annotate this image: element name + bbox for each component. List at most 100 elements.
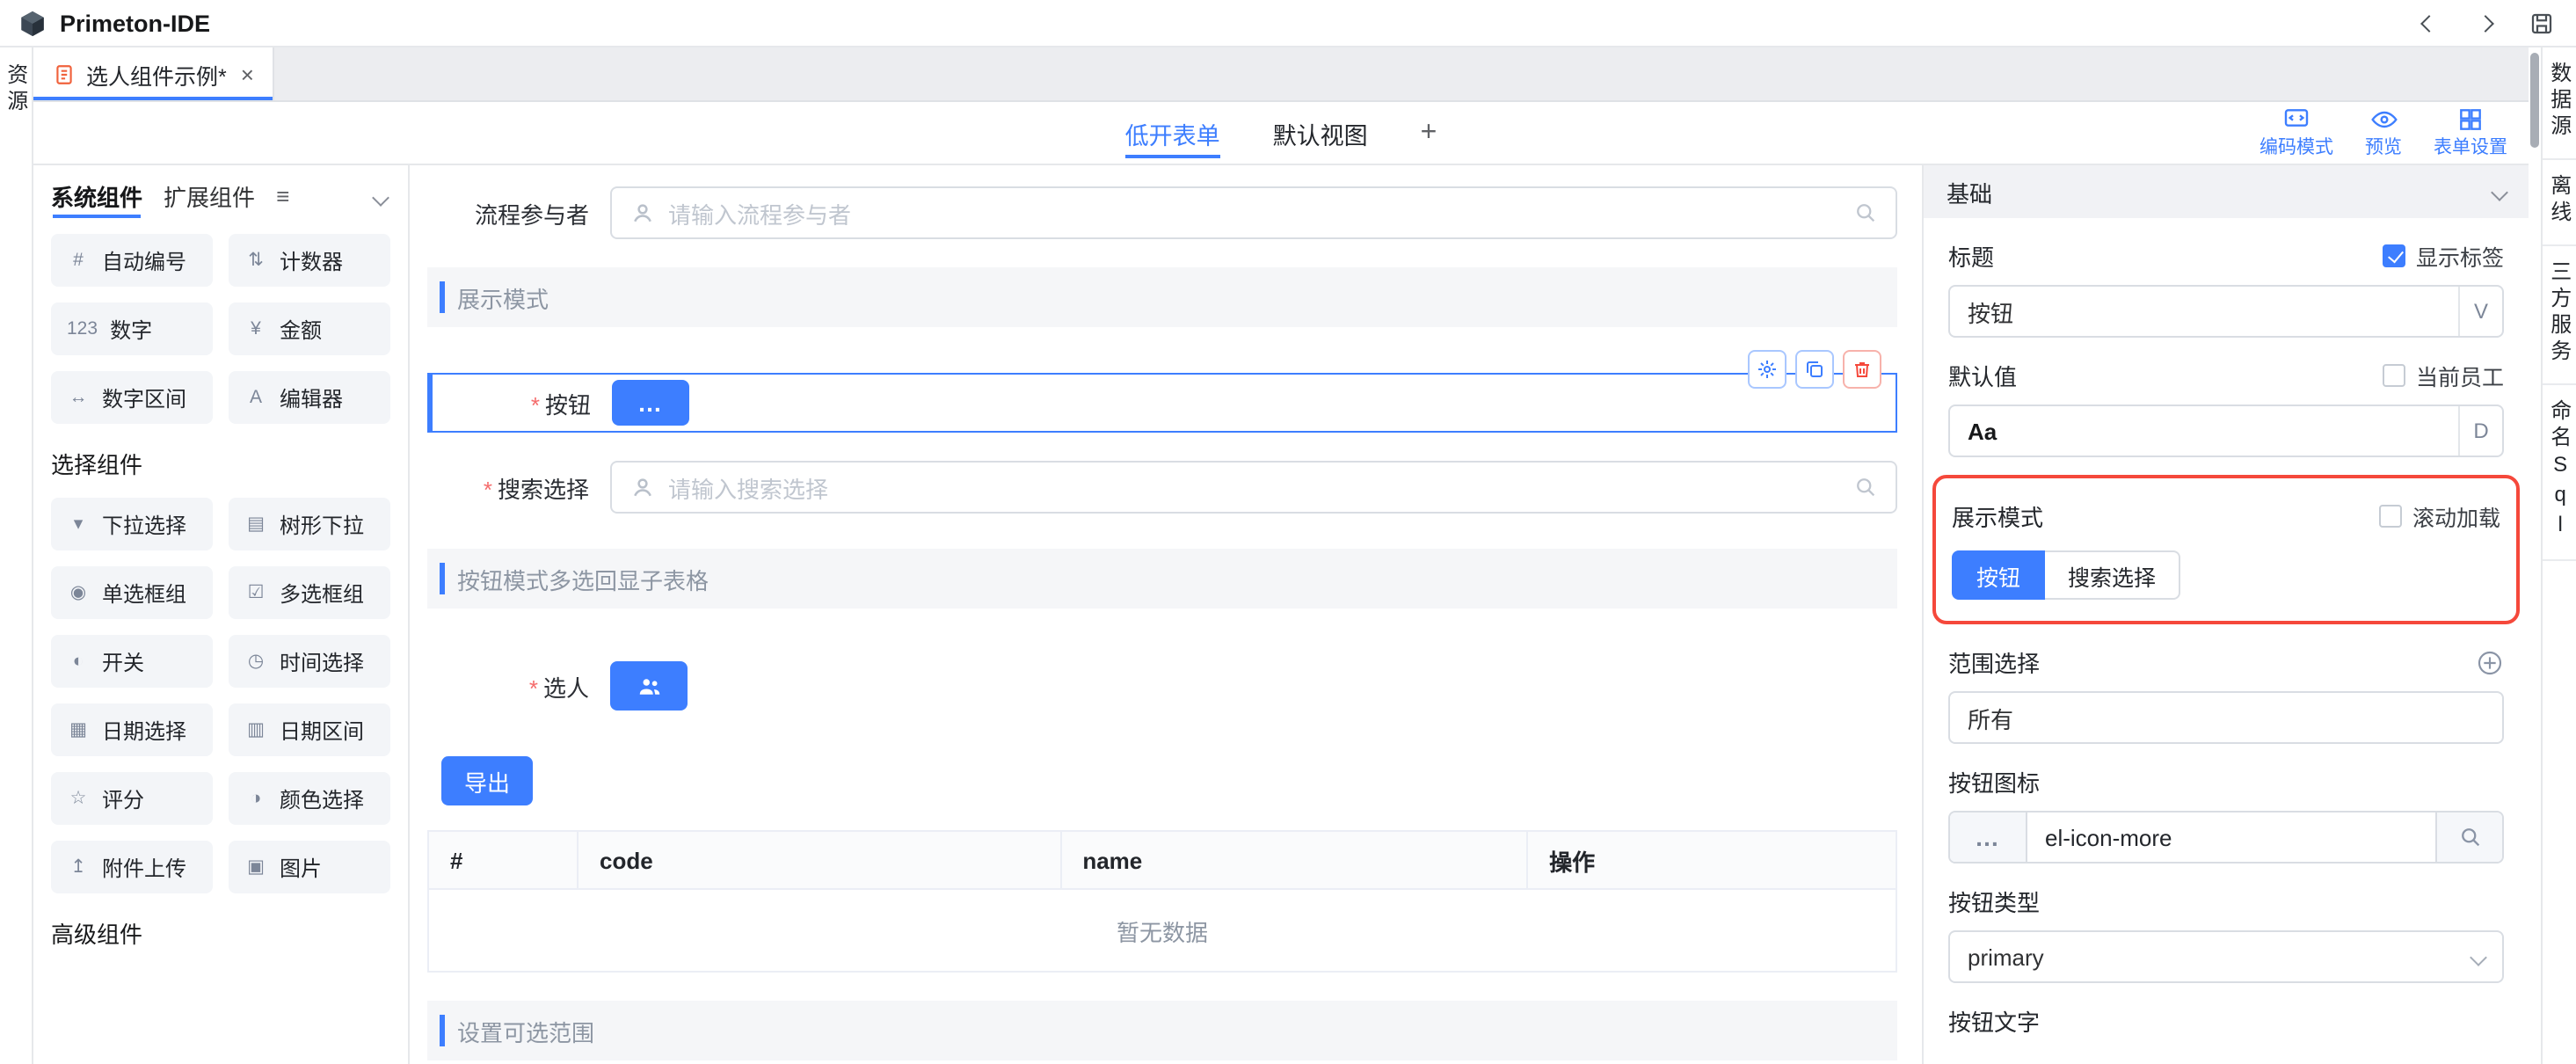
export-button[interactable]: 导出 bbox=[441, 756, 533, 805]
props-section-basic[interactable]: 基础 bbox=[1924, 165, 2529, 218]
field-settings-button[interactable] bbox=[1748, 350, 1786, 389]
autonumber-icon: # bbox=[67, 250, 90, 271]
table-header-name: name bbox=[1061, 832, 1528, 888]
default-value-input[interactable]: Aa D bbox=[1948, 404, 2504, 457]
add-view-tab[interactable]: + bbox=[1421, 102, 1437, 164]
button-type-select[interactable]: primary bbox=[1948, 930, 2504, 983]
search-select-input[interactable]: 请输入搜索选择 bbox=[610, 461, 1897, 514]
palette-item-label: 颜色选择 bbox=[280, 783, 364, 813]
palette-item-number-range[interactable]: ↔数字区间 bbox=[51, 371, 213, 424]
title-input[interactable]: 按钮 V bbox=[1948, 285, 2504, 338]
save-icon[interactable] bbox=[2527, 9, 2555, 37]
date-picker-icon: ▦ bbox=[67, 719, 90, 740]
tree-dropdown-icon: ▤ bbox=[244, 514, 267, 535]
field-process-participant[interactable]: 流程参与者 请输入流程参与者 bbox=[427, 186, 1897, 239]
rail-tab-named-sql[interactable]: 命名Sql bbox=[2543, 385, 2576, 561]
scrollbar-thumb[interactable] bbox=[2530, 53, 2539, 148]
group-subtable[interactable]: 按钮模式多选回显子表格 bbox=[427, 549, 1897, 609]
form-settings-button[interactable]: 表单设置 bbox=[2434, 106, 2507, 160]
rail-tab-offline[interactable]: 离线 bbox=[2543, 160, 2576, 246]
prop-label-button-type: 按钮类型 bbox=[1948, 885, 2040, 918]
code-mode-icon bbox=[2282, 106, 2310, 134]
current-employee-checkbox[interactable]: 当前员工 bbox=[2383, 359, 2504, 392]
field-delete-button[interactable] bbox=[1843, 350, 1881, 389]
checkbox-group-icon: ☑ bbox=[244, 582, 267, 603]
palette-item-dropdown[interactable]: ▾下拉选择 bbox=[51, 498, 213, 550]
button-type-value: primary bbox=[1950, 944, 2472, 970]
field-label: *搜索选择 bbox=[427, 470, 610, 504]
document-tabstrip: 选人组件示例* × bbox=[33, 47, 2529, 102]
palette-item-number[interactable]: 123数字 bbox=[51, 302, 213, 355]
participant-placeholder: 请输入流程参与者 bbox=[668, 196, 851, 230]
palette-item-label: 编辑器 bbox=[280, 383, 343, 412]
prop-row-default: 默认值 当前员工 bbox=[1948, 359, 2504, 392]
nav-forward-icon[interactable] bbox=[2470, 9, 2499, 37]
tab-system-components[interactable]: 系统组件 bbox=[51, 165, 142, 225]
toggle-option-button[interactable]: 按钮 bbox=[1952, 550, 2045, 600]
palette-menu-icon[interactable]: ≡ bbox=[276, 182, 289, 208]
group-display-mode[interactable]: 展示模式 bbox=[427, 267, 1897, 327]
palette-item-money[interactable]: ¥金额 bbox=[229, 302, 390, 355]
tab-close-icon[interactable]: × bbox=[241, 61, 254, 87]
toggle-option-search-select[interactable]: 搜索选择 bbox=[2045, 550, 2180, 600]
palette-item-autonumber[interactable]: #自动编号 bbox=[51, 234, 213, 287]
field-copy-button[interactable] bbox=[1795, 350, 1834, 389]
number-icon: 123 bbox=[67, 318, 98, 339]
show-label-checkbox[interactable]: 显示标签 bbox=[2383, 239, 2504, 273]
section-collapse-icon[interactable] bbox=[2491, 183, 2508, 200]
prop-label-range: 范围选择 bbox=[1948, 645, 2040, 679]
icon-search-button[interactable] bbox=[2435, 813, 2502, 862]
editor-header: 低开表单 默认视图 + 编码模式 预览 bbox=[33, 102, 2529, 165]
palette-section-select: 选择组件 bbox=[33, 424, 408, 489]
rail-tab-datasource[interactable]: 数据源 bbox=[2543, 47, 2576, 160]
palette-item-image[interactable]: ▣ 图片 bbox=[229, 841, 390, 893]
palette-item-checkbox-group[interactable]: ☑多选框组 bbox=[229, 566, 390, 619]
field-button-selected[interactable]: *按钮 … bbox=[427, 373, 1897, 433]
scroll-load-checkbox[interactable]: 滚动加载 bbox=[2379, 499, 2500, 533]
rail-tab-label: 离线 bbox=[2548, 174, 2571, 227]
preview-button[interactable]: 预览 bbox=[2365, 106, 2402, 160]
vertical-scrollbar[interactable] bbox=[2529, 47, 2541, 1064]
people-picker-button[interactable] bbox=[610, 661, 688, 711]
button-field-preview[interactable]: … bbox=[612, 380, 689, 426]
required-mark: * bbox=[531, 391, 540, 418]
data-bind-button[interactable]: D bbox=[2458, 406, 2502, 455]
group-selectable-range[interactable]: 设置可选范围 bbox=[427, 1001, 1897, 1060]
left-rail-resources-tab[interactable]: 资源 bbox=[4, 63, 27, 116]
table-empty-text: 暂无数据 bbox=[429, 890, 1896, 971]
variable-bind-button[interactable]: V bbox=[2458, 287, 2502, 336]
palette-item-editor[interactable]: A 编辑器 bbox=[229, 371, 390, 424]
tab-lowcode-form[interactable]: 低开表单 bbox=[1125, 102, 1220, 164]
range-select-input[interactable]: 所有 bbox=[1948, 691, 2504, 744]
palette-item-date-range[interactable]: ▥日期区间 bbox=[229, 703, 390, 756]
palette-item-label: 图片 bbox=[280, 852, 322, 882]
palette-item-switch[interactable]: ◐开关 bbox=[51, 635, 213, 688]
palette-item-tree-dropdown[interactable]: ▤树形下拉 bbox=[229, 498, 390, 550]
palette-basic-grid: #自动编号 ⇅计数器 123数字 ¥金额 ↔数字区间 A 编辑器 bbox=[33, 225, 408, 424]
rail-tab-third-party[interactable]: 三方服务 bbox=[2543, 246, 2576, 385]
code-mode-button[interactable]: 编码模式 bbox=[2259, 106, 2333, 160]
upload-icon: ↥ bbox=[67, 856, 90, 878]
button-icon-input[interactable]: … el-icon-more bbox=[1948, 811, 2504, 864]
palette-item-rate[interactable]: ☆评分 bbox=[51, 772, 213, 825]
nav-back-icon[interactable] bbox=[2414, 9, 2442, 37]
palette-item-upload[interactable]: ↥附件上传 bbox=[51, 841, 213, 893]
editor-icon: A bbox=[244, 387, 267, 408]
field-search-select[interactable]: *搜索选择 请输入搜索选择 bbox=[427, 461, 1897, 514]
image-icon: ▣ bbox=[244, 856, 267, 878]
palette-item-time-picker[interactable]: ◷时间选择 bbox=[229, 635, 390, 688]
palette-item-color-picker[interactable]: ◑颜色选择 bbox=[229, 772, 390, 825]
palette-item-date-picker[interactable]: ▦日期选择 bbox=[51, 703, 213, 756]
code-mode-label: 编码模式 bbox=[2259, 134, 2333, 160]
add-range-button[interactable] bbox=[2476, 648, 2504, 676]
palette-tabs: 系统组件 扩展组件 ≡ bbox=[33, 165, 408, 225]
tab-extension-components[interactable]: 扩展组件 bbox=[164, 165, 255, 225]
field-people-picker[interactable]: *选人 bbox=[427, 661, 1897, 711]
tab-default-view[interactable]: 默认视图 bbox=[1273, 102, 1368, 164]
doc-tab-active[interactable]: 选人组件示例* × bbox=[33, 47, 275, 100]
radio-group-icon: ◉ bbox=[67, 582, 90, 603]
palette-collapse-icon[interactable] bbox=[375, 182, 390, 208]
palette-item-counter[interactable]: ⇅计数器 bbox=[229, 234, 390, 287]
palette-item-radio-group[interactable]: ◉单选框组 bbox=[51, 566, 213, 619]
participant-input[interactable]: 请输入流程参与者 bbox=[610, 186, 1897, 239]
